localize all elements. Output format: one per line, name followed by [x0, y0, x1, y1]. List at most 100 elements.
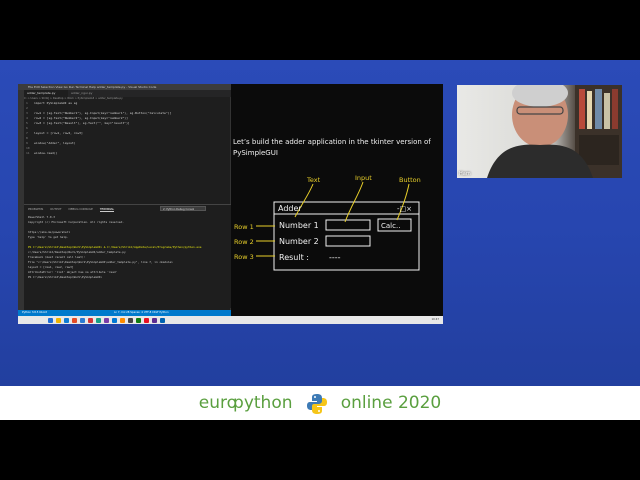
line-number: 10 [26, 146, 30, 150]
line-number: 8 [26, 136, 28, 140]
line-number: 2 [26, 106, 28, 110]
line-number: 3 [26, 111, 28, 115]
taskbar-app-icon[interactable] [64, 317, 69, 323]
terminal-line: c:/Users/ShrikJ/Desktop/Work/PySimpleGUI… [28, 250, 126, 254]
code-text: row3 = [sg.Text("Result"), sg.Text("", k… [34, 121, 130, 125]
taskbar-app-icon[interactable] [48, 317, 53, 323]
tab-adder-ngui[interactable]: adder_ngui.py [68, 90, 108, 97]
row-label-2: Row 2 [234, 238, 254, 246]
tab-adder-template[interactable]: adder_template.py [24, 90, 68, 97]
terminal-line: Type 'help' to get help. [28, 235, 69, 239]
breadcrumb[interactable]: C: > Users > ShrikJ > Desktop > Work > P… [24, 97, 123, 100]
line-number: 7 [26, 131, 28, 135]
brand-euro: euro [198, 393, 238, 413]
code-text: layout = [row1, row2, row3] [34, 131, 83, 135]
taskbar-app-icon[interactable] [56, 317, 61, 323]
sketch-row-number2: Number 2 [279, 237, 319, 246]
editor-tabs: adder_template.py adder_ngui.py [24, 90, 231, 97]
row-label-3: Row 3 [234, 253, 254, 261]
code-line[interactable]: 2 [26, 106, 34, 110]
panel-tabs: PROBLEMS OUTPUT DEBUG CONSOLE TERMINAL [28, 207, 120, 212]
tab-output[interactable]: OUTPUT [50, 207, 61, 211]
sketch-input-1 [325, 219, 371, 231]
whiteboard: Let’s build the adder application in the… [231, 84, 443, 316]
windows-taskbar: 10:47 [18, 316, 443, 324]
taskbar-app-icon[interactable] [80, 317, 85, 323]
line-number: 5 [26, 121, 28, 125]
taskbar-app-icon[interactable] [112, 317, 117, 323]
vscode-window: File Edit Selection View Go Run Terminal… [18, 84, 231, 316]
code-line[interactable]: 11 window.read() [26, 151, 57, 155]
line-number: 9 [26, 141, 28, 145]
terminal-line: Copyright (c) Microsoft Corporation. All… [28, 220, 124, 224]
taskbar-app-icon[interactable] [120, 317, 125, 323]
tab-terminal[interactable]: TERMINAL [99, 207, 115, 212]
europython-banner: europython online 2020 [0, 386, 640, 420]
webcam-person [487, 85, 622, 178]
annotation-input: Input [355, 174, 372, 182]
sketch-title: Adder [278, 204, 302, 213]
brand-online: online 2020 [340, 393, 442, 413]
code-line[interactable]: 5 row3 = [sg.Text("Result"), sg.Text("", … [26, 121, 130, 125]
code-text: import PySimpleGUI as sg [34, 101, 78, 105]
taskbar-app-icon[interactable] [144, 317, 149, 323]
taskbar-app-icon[interactable] [152, 317, 157, 323]
taskbar-app-icon[interactable] [128, 317, 133, 323]
code-line[interactable]: 10 [26, 146, 34, 150]
code-line[interactable]: 4 row2 = [sg.Text("Number2"), sg.Input(ke… [26, 116, 128, 120]
code-editor[interactable]: 1 import PySimpleGUI as sg 2 3 row1 = [sg.Te… [24, 101, 231, 201]
terminal-line: PS C:\Users\ShrikJ\Desktop\Work\PySimple… [28, 245, 202, 249]
sketch-input-2 [325, 235, 371, 247]
taskbar-clock[interactable]: 10:47 [432, 316, 439, 324]
code-line[interactable]: 8 [26, 136, 34, 140]
stage: File Edit Selection View Go Run Terminal… [0, 60, 640, 386]
code-text: window("Adder", layout) [34, 141, 76, 145]
line-number: 6 [26, 126, 28, 130]
line-number: 1 [26, 101, 28, 105]
letterbox-bottom [0, 420, 640, 480]
taskbar-app-icon[interactable] [104, 317, 109, 323]
code-text: row2 = [sg.Text("Number2"), sg.Input(key… [34, 116, 128, 120]
sketch-row-number1: Number 1 [279, 221, 319, 230]
terminal-line: File "c:\Users\ShrikJ\Desktop\Work\PySim… [28, 260, 173, 264]
taskbar-app-icon[interactable] [72, 317, 77, 323]
taskbar-app-icon[interactable] [88, 317, 93, 323]
terminal-line: Traceback (most recent call last): [28, 255, 86, 259]
brand-python: python [233, 393, 293, 413]
terminal-line: PS C:\Users\ShrikJ\Desktop\Work\PySimple… [28, 275, 103, 279]
sketch-result-value: ---- [329, 253, 341, 262]
code-text: row1 = [sg.Text("Number1"), sg.Input(key… [34, 111, 172, 115]
annotation-text: Text [306, 176, 321, 184]
terminal-line: AttributeError: 'list' object has no att… [28, 270, 118, 274]
row-label-1: Row 1 [234, 223, 254, 231]
taskbar-app-icon[interactable] [96, 317, 101, 323]
line-number: 11 [26, 151, 30, 155]
tab-debug-console[interactable]: DEBUG CONSOLE [68, 207, 93, 211]
brand: europython online 2020 [0, 386, 640, 420]
line-number: 4 [26, 116, 28, 120]
adder-sketch: Text Input Button Row 1 Row 2 Row 3 Adde… [234, 174, 421, 271]
code-line[interactable]: 9 window("Adder", layout) [26, 141, 76, 145]
terminal-panel: PROBLEMS OUTPUT DEBUG CONSOLE TERMINAL 2… [24, 204, 231, 308]
shared-screen: File Edit Selection View Go Run Terminal… [18, 84, 443, 324]
code-line[interactable]: 3 row1 = [sg.Text("Number1"), sg.Input(ke… [26, 111, 171, 115]
taskbar-app-icon[interactable] [136, 317, 141, 323]
code-line[interactable]: 7 layout = [row1, row2, row3] [26, 131, 83, 135]
sketch-button-label: Calc.. [381, 222, 400, 230]
webcam-feed: Ham [457, 85, 622, 178]
letterbox-top [0, 0, 640, 60]
code-line[interactable]: 1 import PySimpleGUI as sg [26, 101, 77, 105]
terminal-line: layout = [row1, row2, row3] [28, 265, 74, 269]
taskbar-app-icon[interactable] [160, 317, 165, 323]
sketch-window-controls: -□× [397, 205, 412, 213]
code-line[interactable]: 6 [26, 126, 34, 130]
tab-problems[interactable]: PROBLEMS [28, 207, 43, 211]
python-logo-icon [306, 393, 327, 414]
participant-name: Ham [459, 171, 471, 177]
terminal-select[interactable]: 2: Python Debug Consol [160, 206, 206, 211]
sketch-labels: Adder -□× Number 1 Number 2 Result : ---… [278, 204, 412, 262]
code-text: window.read() [34, 151, 58, 155]
sketch-row-result: Result : [279, 253, 309, 262]
sketch-annotations: Text Input Button Row 1 Row 2 Row 3 [234, 174, 421, 261]
terminal-line: PowerShell 7.0.3 [28, 215, 55, 219]
